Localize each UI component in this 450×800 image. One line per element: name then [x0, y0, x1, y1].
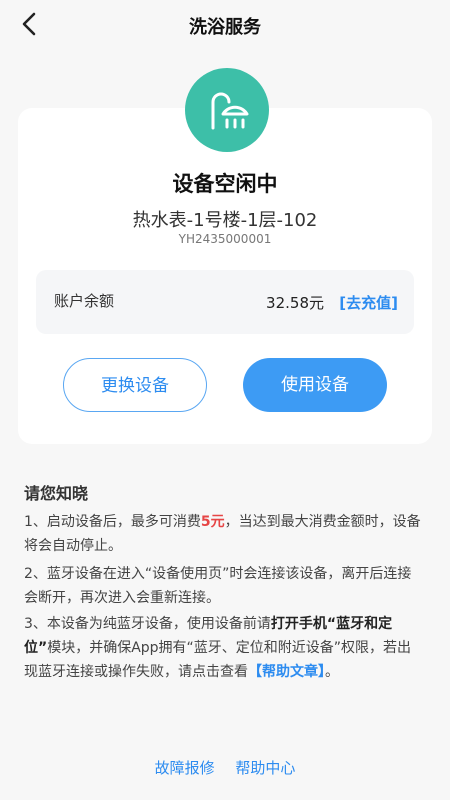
top-bar: 洗浴服务	[0, 0, 450, 50]
change-device-button[interactable]: 更换设备	[63, 358, 207, 412]
device-icon-badge	[185, 68, 269, 152]
balance-box: 账户余额 32.58元 [去充值]	[36, 270, 414, 334]
notice-item-3-rest: 模块，并确保App拥有“蓝牙、定位和附近设备”权限，若出现蓝牙连接或操作失败，请…	[24, 640, 412, 680]
notice-item-1-text: 1、启动设备后，最多可消费	[24, 514, 201, 530]
use-device-button[interactable]: 使用设备	[243, 358, 387, 412]
shower-icon	[211, 92, 249, 130]
notice-title: 请您知晓	[24, 484, 89, 503]
max-amount: 5元	[200, 514, 225, 530]
recharge-link[interactable]: [去充值]	[339, 292, 398, 313]
page-title: 洗浴服务	[189, 17, 261, 38]
notice-item-3-text: 3、本设备为纯蓝牙设备，使用设备前请	[24, 616, 271, 632]
device-status: 设备空闲中	[172, 172, 278, 196]
footer-links: 故障报修 帮助中心	[0, 757, 450, 778]
balance-label: 账户余额	[54, 292, 115, 310]
device-code: YH2435000001	[178, 232, 272, 246]
notice-item-3-end: 。	[325, 664, 339, 680]
notice-item-2: 2、蓝牙设备在进入“设备使用页”时会连接该设备，离开后连接会断开，再次进入会重新…	[24, 566, 412, 606]
help-center-link[interactable]: 帮助中心	[235, 759, 295, 777]
notice-item-3: 3、本设备为纯蓝牙设备，使用设备前请打开手机“蓝牙和定位”模块，并确保App拥有…	[24, 612, 424, 684]
device-name: 热水表-1号楼-1层-102	[132, 210, 318, 231]
report-fault-link[interactable]: 故障报修	[155, 759, 215, 777]
notice-item-1: 1、启动设备后，最多可消费5元，当达到最大消费金额时，设备将会自动停止。	[24, 510, 424, 558]
balance-value: 32.58元	[266, 294, 324, 312]
help-article-link[interactable]: 【帮助文章】	[248, 664, 325, 680]
